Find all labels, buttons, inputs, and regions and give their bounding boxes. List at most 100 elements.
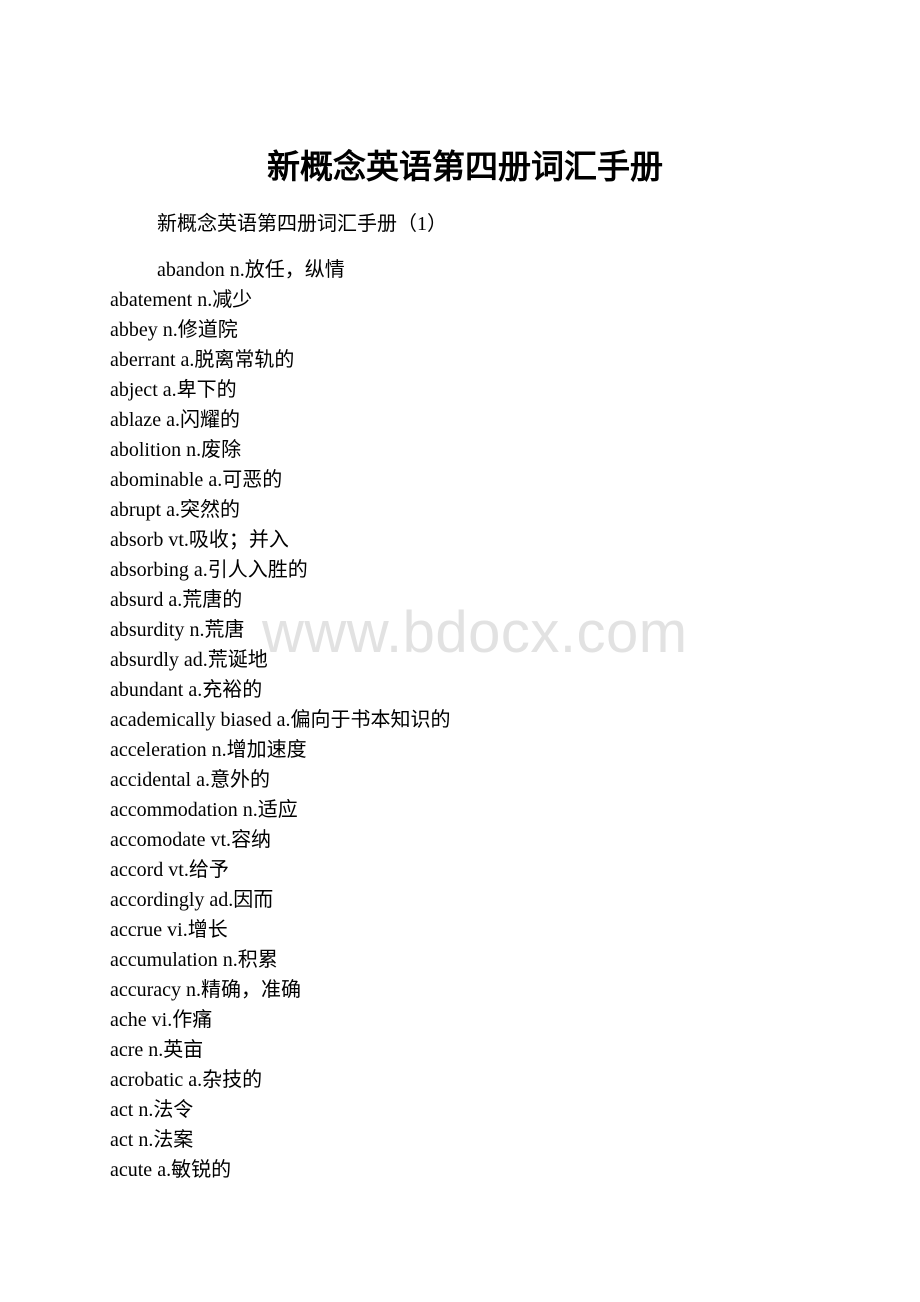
entry-part-of-speech: a. <box>276 709 291 731</box>
entry-word: absurdity <box>110 619 185 641</box>
document-page: www.bdocx.com 新概念英语第四册词汇手册 新概念英语第四册词汇手册（… <box>0 0 920 1302</box>
entry-word: accord <box>110 859 164 881</box>
vocab-entry: abbey n.修道院 <box>110 315 450 345</box>
vocab-entry: accommodation n.适应 <box>110 795 450 825</box>
entry-part-of-speech: n. <box>211 739 227 761</box>
vocab-entry: acute a.敏锐的 <box>110 1155 450 1185</box>
entry-meaning: 法案 <box>153 1129 194 1151</box>
entry-meaning: 可恶的 <box>222 469 283 491</box>
entry-meaning: 引人入胜的 <box>207 559 308 581</box>
vocab-entry: abject a.卑下的 <box>110 375 450 405</box>
entry-meaning: 吸收；并入 <box>188 529 289 551</box>
vocab-entry-first: abandon n.放任，纵情 <box>157 255 345 285</box>
entry-part-of-speech: n. <box>162 319 178 341</box>
vocab-entry: accordingly ad.因而 <box>110 885 450 915</box>
vocab-entry: act n.法案 <box>110 1125 450 1155</box>
entry-word: accommodation <box>110 799 238 821</box>
entry-meaning: 突然的 <box>179 499 240 521</box>
vocab-entry: abolition n.废除 <box>110 435 450 465</box>
entry-word: abundant <box>110 679 184 701</box>
vocab-entry: abatement n.减少 <box>110 285 450 315</box>
entry-meaning: 法令 <box>153 1099 194 1121</box>
entry-word: acute <box>110 1159 153 1181</box>
entry-word: ablaze <box>110 409 162 431</box>
entry-part-of-speech: n. <box>148 1039 164 1061</box>
vocab-entry: absurd a.荒唐的 <box>110 585 450 615</box>
entry-part-of-speech: a. <box>166 499 180 521</box>
entry-word: act <box>110 1099 134 1121</box>
vocab-entry: absurdity n.荒唐 <box>110 615 450 645</box>
entry-meaning: 增加速度 <box>226 739 307 761</box>
entry-part-of-speech: vi. <box>167 919 188 941</box>
entry-part-of-speech: n. <box>189 619 205 641</box>
entry-meaning: 减少 <box>212 289 253 311</box>
entry-part-of-speech: n. <box>222 949 238 971</box>
entry-meaning: 精确，准确 <box>201 979 302 1001</box>
entry-word: abatement <box>110 289 193 311</box>
entry-word: abandon <box>157 259 225 281</box>
entry-word: acrobatic <box>110 1069 184 1091</box>
entry-meaning: 适应 <box>257 799 298 821</box>
vocab-entry: absurdly ad.荒诞地 <box>110 645 450 675</box>
entry-word: absorbing <box>110 559 189 581</box>
entry-part-of-speech: n. <box>229 259 245 281</box>
vocab-entry: accumulation n.积累 <box>110 945 450 975</box>
entry-word: accuracy <box>110 979 182 1001</box>
entry-meaning: 给予 <box>188 859 229 881</box>
entry-word: absurd <box>110 589 164 611</box>
entry-word: accordingly <box>110 889 205 911</box>
vocab-entry: ache vi.作痛 <box>110 1005 450 1035</box>
entry-word: aberrant <box>110 349 176 371</box>
entry-meaning: 容纳 <box>231 829 272 851</box>
entry-word: absorb <box>110 529 164 551</box>
vocab-entry: abrupt a.突然的 <box>110 495 450 525</box>
entry-part-of-speech: a. <box>196 769 210 791</box>
vocab-entry: accrue vi.增长 <box>110 915 450 945</box>
entry-word: academically biased <box>110 709 272 731</box>
vocab-entry: accomodate vt.容纳 <box>110 825 450 855</box>
entry-part-of-speech: ad. <box>209 889 234 911</box>
entry-meaning: 修道院 <box>177 319 238 341</box>
entry-part-of-speech: vt. <box>168 859 189 881</box>
entry-word: abominable <box>110 469 204 491</box>
entry-part-of-speech: ad. <box>183 649 208 671</box>
vocab-entry: abundant a.充裕的 <box>110 675 450 705</box>
vocab-entry: acrobatic a.杂技的 <box>110 1065 450 1095</box>
vocab-entry: absorbing a.引人入胜的 <box>110 555 450 585</box>
vocab-entry: accord vt.给予 <box>110 855 450 885</box>
entry-word: acre <box>110 1039 144 1061</box>
vocab-entry: academically biased a.偏向于书本知识的 <box>110 705 450 735</box>
entry-part-of-speech: a. <box>157 1159 172 1181</box>
entry-meaning: 杂技的 <box>202 1069 263 1091</box>
entry-part-of-speech: a. <box>166 409 180 431</box>
entry-meaning: 荒诞地 <box>207 649 268 671</box>
entry-word: accrue <box>110 919 163 941</box>
vocab-entry: acre n.英亩 <box>110 1035 450 1065</box>
entry-word: accidental <box>110 769 192 791</box>
entry-meaning: 英亩 <box>163 1039 204 1061</box>
entry-word: acceleration <box>110 739 207 761</box>
vocab-entry: aberrant a.脱离常轨的 <box>110 345 450 375</box>
vocab-entry: accidental a.意外的 <box>110 765 450 795</box>
vocabulary-list: abatement n.减少 abbey n.修道院 aberrant a.脱离常轨的 ab… <box>110 285 450 1185</box>
entry-word: ache <box>110 1009 147 1031</box>
entry-meaning: 因而 <box>233 889 274 911</box>
entry-meaning: 充裕的 <box>202 679 263 701</box>
entry-meaning: 增长 <box>187 919 228 941</box>
entry-part-of-speech: n. <box>138 1129 154 1151</box>
entry-part-of-speech: n. <box>197 289 213 311</box>
entry-word: abject <box>110 379 158 401</box>
entry-meaning: 荒唐的 <box>182 589 243 611</box>
entry-meaning: 偏向于书本知识的 <box>290 709 451 731</box>
entry-part-of-speech: a. <box>180 349 195 371</box>
entry-part-of-speech: a. <box>168 589 183 611</box>
entry-meaning: 闪耀的 <box>179 409 240 431</box>
vocab-entry: absorb vt.吸收；并入 <box>110 525 450 555</box>
section-heading: 新概念英语第四册词汇手册（1） <box>157 213 447 235</box>
entry-meaning: 脱离常轨的 <box>194 349 295 371</box>
entry-part-of-speech: n. <box>186 439 202 461</box>
entry-part-of-speech: vt. <box>210 829 232 851</box>
entry-meaning: 积累 <box>237 949 278 971</box>
entry-word: act <box>110 1129 134 1151</box>
entry-meaning: 作痛 <box>172 1009 213 1031</box>
